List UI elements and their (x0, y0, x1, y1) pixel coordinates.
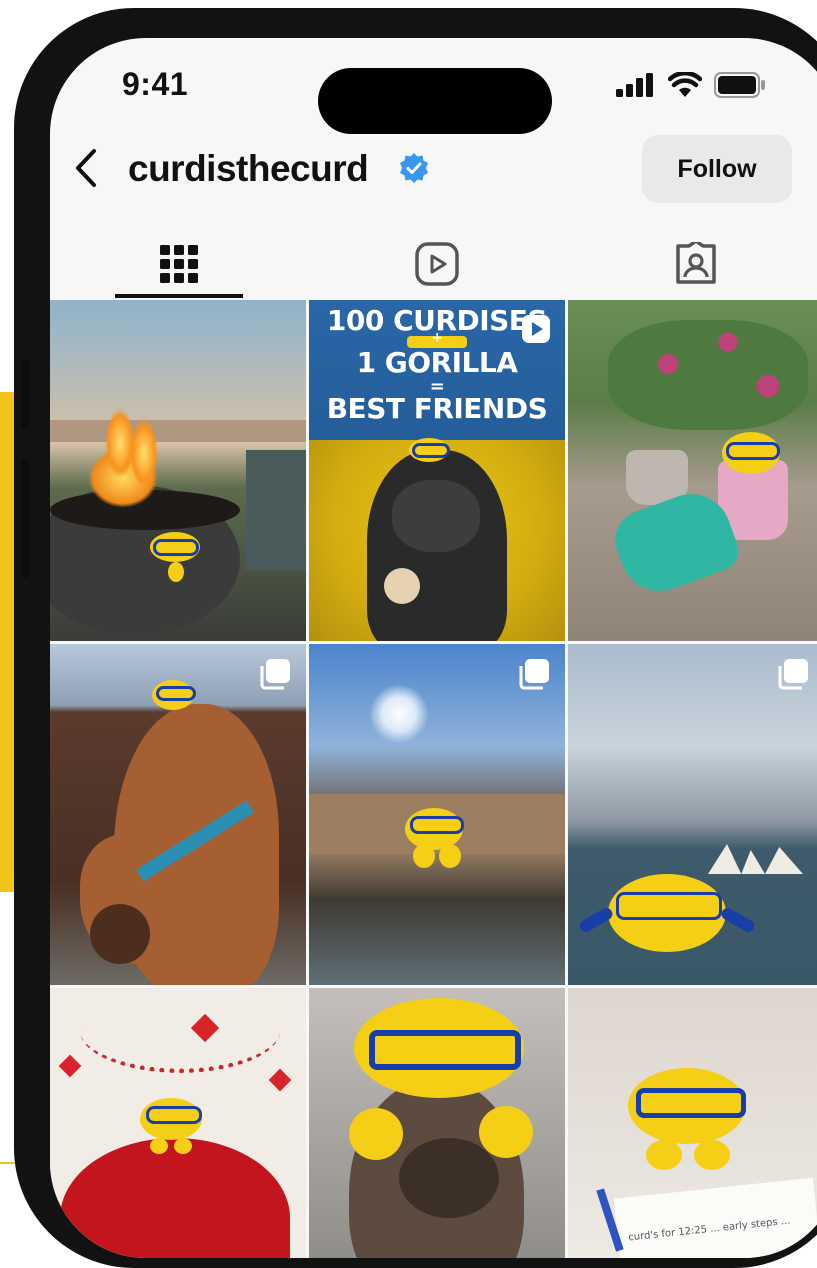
tab-tagged[interactable] (596, 228, 796, 300)
phone-frame: 9:41 curdisthecurd Follow 100 CURDISES +… (14, 8, 817, 1268)
post-thumbnail-garden[interactable] (568, 300, 817, 641)
signal-icon (616, 73, 653, 97)
reel-badge-icon (522, 315, 550, 343)
carousel-badge-icon (519, 659, 549, 690)
verified-badge-icon (400, 153, 428, 183)
phone-side-button (21, 360, 29, 430)
carousel-badge-icon (778, 659, 808, 690)
carousel-badge-icon (260, 659, 290, 690)
chevron-left-icon (76, 149, 96, 187)
reel-overlay-line-2: 1 GORILLA (356, 346, 518, 379)
status-icons (616, 68, 766, 102)
post-thumbnail-notepad[interactable]: curd's for 12:25 ... early steps ... (568, 988, 817, 1258)
tagged-icon (676, 242, 716, 284)
back-button[interactable] (64, 146, 108, 190)
dynamic-island (318, 68, 552, 134)
follow-button[interactable]: Follow (642, 135, 792, 203)
post-thumbnail-gorilla-reel[interactable]: 100 CURDISES + 1 GORILLA = BEST FRIENDS (309, 300, 565, 641)
phone-screen: 9:41 curdisthecurd Follow 100 CURDISES +… (50, 38, 817, 1258)
post-thumbnail-horse[interactable] (50, 644, 306, 985)
profile-username: curdisthecurd (128, 148, 369, 189)
post-thumbnail-valentine[interactable] (50, 988, 306, 1258)
post-thumbnail-bridge[interactable] (309, 644, 565, 985)
phone-side-button (21, 458, 29, 578)
post-thumbnail-harbour[interactable] (568, 644, 817, 985)
reels-icon (415, 242, 459, 286)
grid-icon (160, 245, 198, 283)
status-time: 9:41 (122, 66, 189, 102)
active-tab-indicator (115, 294, 243, 298)
post-thumbnail-dog[interactable] (309, 988, 565, 1258)
wifi-icon (668, 72, 702, 97)
battery-icon (714, 72, 765, 98)
post-thumbnail-fire-pit[interactable] (50, 300, 306, 641)
tab-grid[interactable] (79, 228, 279, 300)
tab-reels[interactable] (337, 228, 537, 300)
reel-overlay-line-3: BEST FRIENDS (326, 392, 548, 425)
